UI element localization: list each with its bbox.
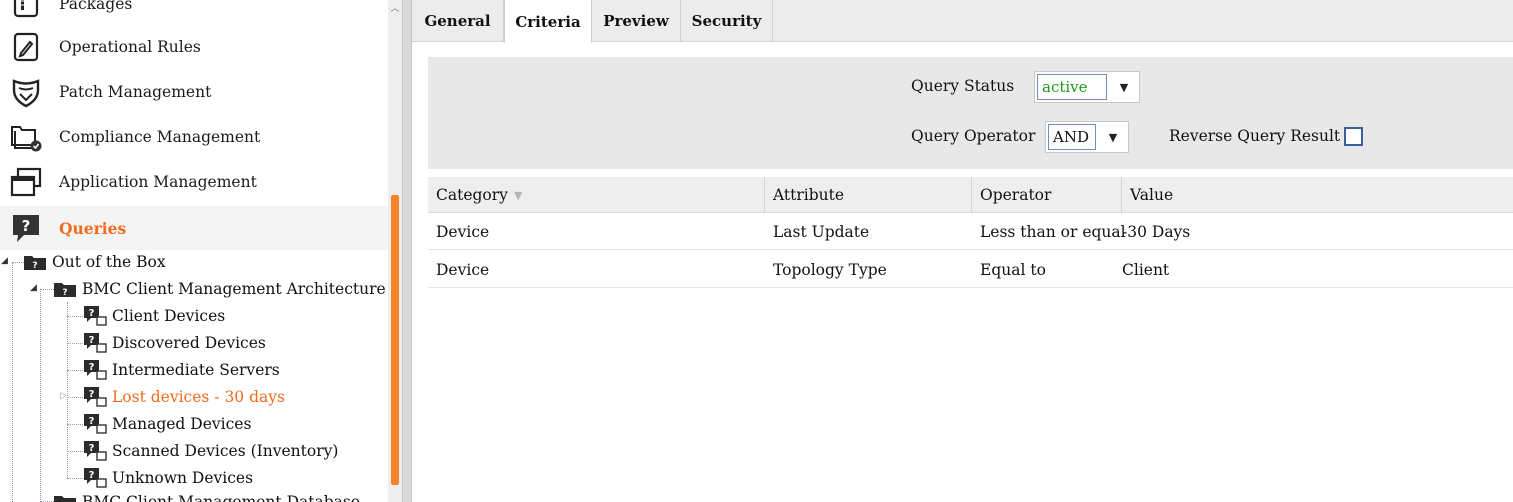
compliance-folder-icon bbox=[8, 119, 44, 155]
application-windows-icon bbox=[8, 164, 44, 200]
query-item-icon: ? bbox=[82, 360, 108, 380]
nav-item-patch-management[interactable]: Patch Management bbox=[0, 70, 388, 114]
cell-value: Client bbox=[1122, 260, 1170, 279]
sort-icon[interactable]: ▼ bbox=[514, 189, 522, 202]
tree-item-query[interactable]: ? Intermediate Servers bbox=[82, 357, 280, 383]
panel-splitter[interactable] bbox=[402, 0, 412, 502]
tree-item-query-selected[interactable]: ? Lost devices - 30 days bbox=[82, 384, 285, 410]
cell-value: -30 Days bbox=[1122, 222, 1191, 241]
svg-text:?: ? bbox=[89, 470, 95, 481]
query-folder-icon: ? bbox=[22, 252, 48, 272]
nav-item-operational-rules[interactable]: Operational Rules bbox=[0, 25, 388, 69]
scroll-up-icon[interactable]: ︿ bbox=[388, 0, 402, 18]
tab-general[interactable]: General bbox=[412, 0, 504, 42]
svg-text:?: ? bbox=[89, 443, 95, 454]
column-header-value[interactable]: Value bbox=[1122, 177, 1513, 213]
query-status-select[interactable]: active ▼ bbox=[1034, 71, 1140, 103]
collapse-arrow-icon[interactable]: ◢ bbox=[30, 283, 37, 293]
cell-attribute: Topology Type bbox=[773, 260, 887, 279]
query-item-icon: ? bbox=[82, 414, 108, 434]
collapse-arrow-icon[interactable]: ◢ bbox=[1, 256, 8, 266]
query-folder-icon: ? bbox=[52, 279, 78, 299]
cell-category: Device bbox=[436, 260, 490, 279]
criteria-settings: Query Status active ▼ Query Operator AND… bbox=[428, 57, 1513, 169]
tree-item-query[interactable]: ? Scanned Devices (Inventory) bbox=[82, 438, 338, 464]
tree-item-bmc-architecture[interactable]: ? BMC Client Management Architecture bbox=[52, 276, 386, 302]
cell-operator: Equal to bbox=[980, 260, 1046, 279]
query-item-icon: ? bbox=[82, 333, 108, 353]
query-operator-select[interactable]: AND ▼ bbox=[1045, 121, 1129, 153]
svg-text:?: ? bbox=[62, 288, 67, 298]
svg-text:?: ? bbox=[32, 261, 37, 271]
nav-item-queries[interactable]: ? Queries bbox=[0, 206, 388, 250]
operational-rules-icon bbox=[8, 29, 44, 65]
svg-text:?: ? bbox=[22, 217, 31, 235]
cell-category: Device bbox=[436, 222, 490, 241]
tab-preview[interactable]: Preview bbox=[592, 0, 681, 42]
svg-text:?: ? bbox=[89, 362, 95, 373]
query-item-icon: ? bbox=[82, 306, 108, 326]
reverse-query-checkbox[interactable] bbox=[1344, 127, 1363, 146]
nav-item-application-management[interactable]: Application Management bbox=[0, 160, 388, 204]
tab-security[interactable]: Security bbox=[681, 0, 773, 42]
expand-arrow-icon[interactable]: ▷ bbox=[60, 391, 67, 401]
navigation-panel: Packages Operational Rules Patch Managem… bbox=[0, 0, 388, 502]
cell-operator: Less than or equal bbox=[980, 222, 1126, 241]
scrollbar-thumb[interactable] bbox=[391, 195, 399, 485]
cell-attribute: Last Update bbox=[773, 222, 870, 241]
query-folder-icon bbox=[52, 492, 78, 502]
query-detail-panel: General Criteria Preview Security Query … bbox=[412, 0, 1513, 502]
column-header-attribute[interactable]: Attribute bbox=[765, 177, 972, 213]
svg-text:?: ? bbox=[89, 335, 95, 346]
nav-item-compliance-management[interactable]: Compliance Management bbox=[0, 115, 388, 159]
svg-text:?: ? bbox=[89, 389, 95, 400]
nav-scrollbar[interactable]: ︿ bbox=[388, 0, 402, 502]
query-item-icon: ? bbox=[82, 468, 108, 488]
tree-item-query[interactable]: ? Managed Devices bbox=[82, 411, 251, 437]
tree-item-query[interactable]: ? Unknown Devices bbox=[82, 465, 253, 491]
query-operator-label: Query Operator bbox=[911, 127, 1036, 145]
tab-criteria[interactable]: Criteria bbox=[504, 0, 592, 43]
query-status-label: Query Status bbox=[911, 77, 1015, 95]
query-status-value: active bbox=[1037, 74, 1107, 100]
query-operator-value: AND bbox=[1048, 124, 1096, 150]
tree-item-out-of-the-box[interactable]: ? Out of the Box bbox=[22, 249, 166, 275]
chevron-down-icon[interactable]: ▼ bbox=[1098, 122, 1128, 152]
tree-item-query[interactable]: ? Client Devices bbox=[82, 303, 225, 329]
nav-item-packages[interactable]: Packages bbox=[0, 0, 388, 26]
reverse-query-label: Reverse Query Result bbox=[1169, 127, 1341, 145]
svg-text:?: ? bbox=[89, 308, 95, 319]
shield-icon bbox=[8, 74, 44, 110]
chevron-down-icon[interactable]: ▼ bbox=[1109, 72, 1139, 102]
tab-bar: General Criteria Preview Security bbox=[412, 0, 1513, 43]
table-row[interactable]: Device Last Update Less than or equal -3… bbox=[428, 213, 1513, 250]
svg-text:?: ? bbox=[89, 416, 95, 427]
grid-header: Category ▼ Attribute Operator Value bbox=[428, 177, 1513, 213]
column-header-category[interactable]: Category ▼ bbox=[428, 177, 765, 213]
query-item-icon: ? bbox=[82, 387, 108, 407]
table-row[interactable]: Device Topology Type Equal to Client bbox=[428, 251, 1513, 288]
query-bubble-icon: ? bbox=[8, 210, 44, 246]
column-header-operator[interactable]: Operator bbox=[972, 177, 1122, 213]
query-item-icon: ? bbox=[82, 441, 108, 461]
tree-item-bmc-database[interactable]: BMC Client Management Database bbox=[52, 489, 360, 502]
package-icon bbox=[8, 0, 44, 22]
tree-item-query[interactable]: ? Discovered Devices bbox=[82, 330, 266, 356]
